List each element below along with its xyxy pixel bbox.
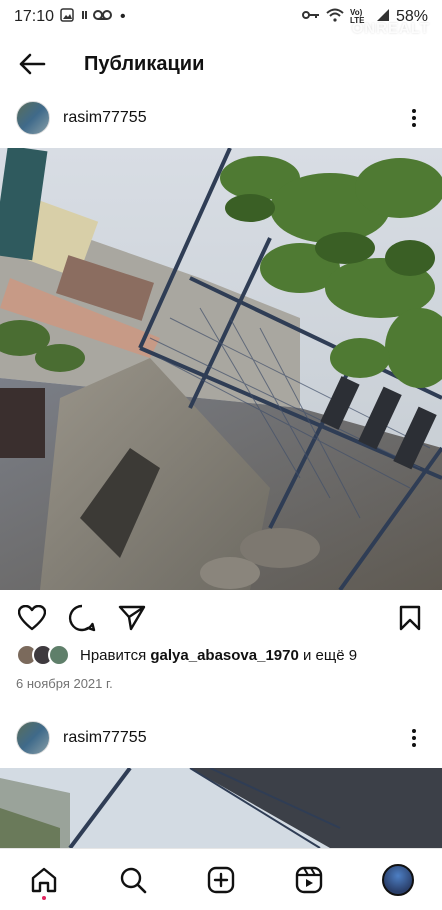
profile-avatar — [381, 863, 414, 896]
reels-icon — [296, 866, 323, 893]
comment-icon — [68, 604, 96, 632]
page-title: Публикации — [84, 52, 205, 75]
wifi-icon — [326, 8, 344, 27]
nav-reels[interactable] — [287, 858, 331, 902]
notification-dot — [42, 895, 47, 900]
comment-button[interactable] — [64, 600, 100, 636]
voicemail-icon — [80, 8, 114, 27]
nav-new-post[interactable] — [199, 858, 243, 902]
key-icon — [301, 8, 320, 26]
bookmark-icon — [399, 605, 421, 631]
more-options-button[interactable] — [402, 723, 426, 753]
bottom-nav — [0, 848, 442, 910]
app-header: Публикации — [0, 38, 442, 90]
nav-home[interactable] — [22, 858, 66, 902]
nav-profile[interactable] — [376, 858, 420, 902]
watermark: ONREALT — [351, 20, 430, 37]
post-date: 6 ноября 2021 г. — [16, 676, 113, 691]
post-username[interactable]: rasim77755 — [63, 729, 147, 747]
like-button[interactable] — [14, 600, 50, 636]
save-button[interactable] — [392, 600, 428, 636]
post-photo[interactable] — [0, 148, 442, 590]
image-icon — [60, 7, 74, 27]
send-icon — [118, 605, 146, 631]
avatar[interactable] — [16, 101, 50, 135]
plus-square-icon — [207, 866, 235, 893]
liker-avatars — [16, 644, 70, 666]
back-button[interactable] — [0, 38, 64, 90]
nav-search[interactable] — [111, 858, 155, 902]
post-header: rasim77755 — [0, 710, 442, 766]
post-photo[interactable] — [0, 768, 442, 848]
home-icon — [31, 867, 57, 892]
likes-row[interactable]: Нравится galya_abasova_1970 и ещё 9 — [16, 644, 357, 666]
share-button[interactable] — [114, 600, 150, 636]
avatar — [48, 644, 70, 666]
status-left: 17:10 • — [14, 7, 126, 27]
likes-user[interactable]: galya_abasova_1970 — [150, 647, 298, 664]
arrow-left-icon — [19, 53, 46, 75]
avatar[interactable] — [16, 721, 50, 755]
status-time: 17:10 — [14, 8, 55, 25]
post-username[interactable]: rasim77755 — [63, 109, 147, 127]
post-header: rasim77755 — [0, 90, 442, 146]
dot-icon: • — [120, 8, 126, 25]
post-actions — [0, 598, 442, 638]
search-icon — [120, 867, 146, 893]
more-options-button[interactable] — [402, 103, 426, 133]
heart-icon — [18, 605, 46, 631]
likes-prefix: Нравится — [80, 646, 147, 664]
likes-suffix: и ещё 9 — [303, 646, 358, 664]
